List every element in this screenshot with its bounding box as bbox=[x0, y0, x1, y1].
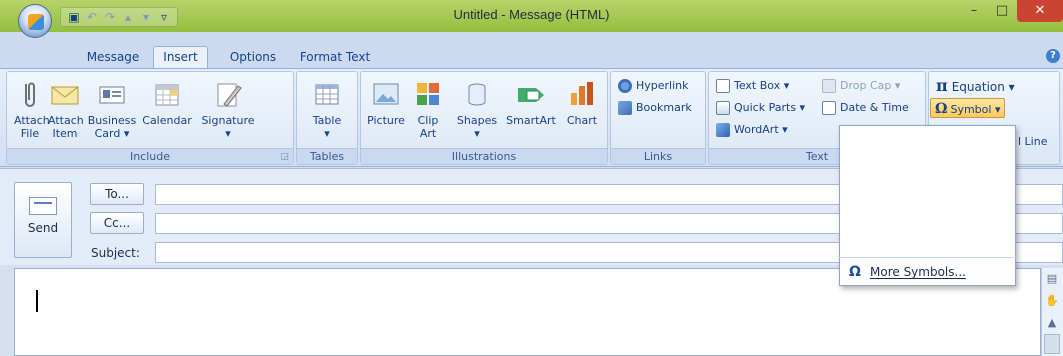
clip-art-icon bbox=[417, 83, 439, 105]
wordart-button[interactable]: WordArt ▾ bbox=[716, 120, 788, 140]
quick-parts-icon bbox=[716, 101, 730, 115]
paperclip-icon bbox=[25, 82, 35, 107]
scroll-thumb[interactable] bbox=[1044, 334, 1060, 354]
close-button[interactable]: ✕ bbox=[1017, 0, 1063, 22]
group-links-label: Links bbox=[611, 148, 705, 164]
text-box-icon bbox=[716, 79, 730, 93]
chart-button[interactable]: Chart bbox=[562, 78, 602, 127]
quick-parts-button[interactable]: Quick Parts ▾ bbox=[716, 98, 805, 118]
calendar-button[interactable]: Calendar bbox=[140, 78, 194, 127]
omega-icon: Ω bbox=[935, 101, 948, 117]
tab-format-text[interactable]: Format Text bbox=[296, 47, 374, 68]
tab-message[interactable]: Message bbox=[80, 47, 146, 68]
pi-icon: π bbox=[936, 76, 948, 95]
shapes-button[interactable]: Shapes ▾ bbox=[456, 78, 498, 140]
send-button[interactable]: Send bbox=[14, 182, 72, 258]
subject-label: Subject: bbox=[91, 246, 140, 260]
cc-button[interactable]: Cc... bbox=[90, 212, 144, 234]
scroll-up-arrow-icon[interactable]: ▲ bbox=[1044, 316, 1060, 332]
shapes-icon bbox=[468, 83, 486, 106]
text-box-button[interactable]: Text Box ▾ bbox=[716, 76, 789, 96]
envelope-icon bbox=[51, 86, 79, 105]
picture-button[interactable]: Picture bbox=[364, 78, 408, 127]
tab-insert[interactable]: Insert bbox=[153, 46, 208, 69]
hyperlink-icon bbox=[618, 79, 632, 93]
attach-item-button[interactable]: Attach Item bbox=[48, 78, 84, 140]
equation-button[interactable]: π Equation ▾ bbox=[936, 76, 1015, 96]
more-symbols-icon: Ω bbox=[849, 264, 861, 280]
hyperlink-button[interactable]: Hyperlink bbox=[618, 76, 689, 96]
help-icon[interactable]: ? bbox=[1046, 49, 1060, 63]
office-button[interactable] bbox=[18, 4, 52, 38]
date-time-button[interactable]: Date & Time bbox=[822, 98, 909, 118]
calendar-icon bbox=[155, 84, 179, 106]
business-card-button[interactable]: Business Card ▾ bbox=[86, 78, 138, 140]
group-tables-label: Tables bbox=[297, 148, 357, 164]
signature-button[interactable]: Signature ▾ bbox=[198, 78, 258, 140]
group-include-label: Include bbox=[7, 148, 293, 164]
clip-art-button[interactable]: Clip Art bbox=[412, 78, 444, 140]
bookmark-icon bbox=[618, 101, 632, 115]
table-button[interactable]: Table ▾ bbox=[306, 78, 348, 140]
attach-file-button[interactable]: Attach File bbox=[14, 78, 50, 140]
office-logo-icon bbox=[28, 14, 44, 30]
send-envelope-icon bbox=[29, 197, 57, 215]
more-symbols-item[interactable]: Ω More Symbols... bbox=[840, 260, 1015, 284]
table-icon bbox=[315, 84, 339, 105]
ruler-icon[interactable]: ▤ bbox=[1044, 272, 1060, 288]
tab-options[interactable]: Options bbox=[220, 47, 286, 68]
signature-pen-icon bbox=[217, 83, 242, 107]
drop-cap-icon bbox=[822, 79, 836, 93]
date-time-icon bbox=[822, 101, 836, 115]
text-cursor bbox=[36, 290, 38, 312]
bookmark-button[interactable]: Bookmark bbox=[618, 98, 692, 118]
business-card-icon bbox=[99, 86, 125, 104]
maximize-button[interactable]: □ bbox=[988, 0, 1016, 22]
smartart-icon bbox=[518, 88, 544, 102]
symbol-button[interactable]: Ω Symbol ▾ bbox=[930, 98, 1006, 118]
horizontal-line-button[interactable]: l Line bbox=[1018, 132, 1047, 152]
dropdown-separator bbox=[839, 257, 1016, 258]
group-illustrations-label: Illustrations bbox=[361, 148, 607, 164]
chart-icon bbox=[571, 82, 593, 105]
wordart-icon bbox=[716, 123, 730, 137]
to-button[interactable]: To... bbox=[90, 183, 144, 205]
dialog-launcher-icon[interactable]: ◲ bbox=[280, 152, 289, 162]
picture-icon bbox=[373, 83, 399, 105]
drop-cap-button[interactable]: Drop Cap ▾ bbox=[822, 76, 900, 96]
hand-pan-icon[interactable]: ✋ bbox=[1044, 294, 1060, 310]
window-title: Untitled - Message (HTML) bbox=[453, 7, 610, 22]
smartart-button[interactable]: SmartArt bbox=[506, 78, 556, 127]
minimize-button[interactable]: – bbox=[960, 0, 988, 22]
